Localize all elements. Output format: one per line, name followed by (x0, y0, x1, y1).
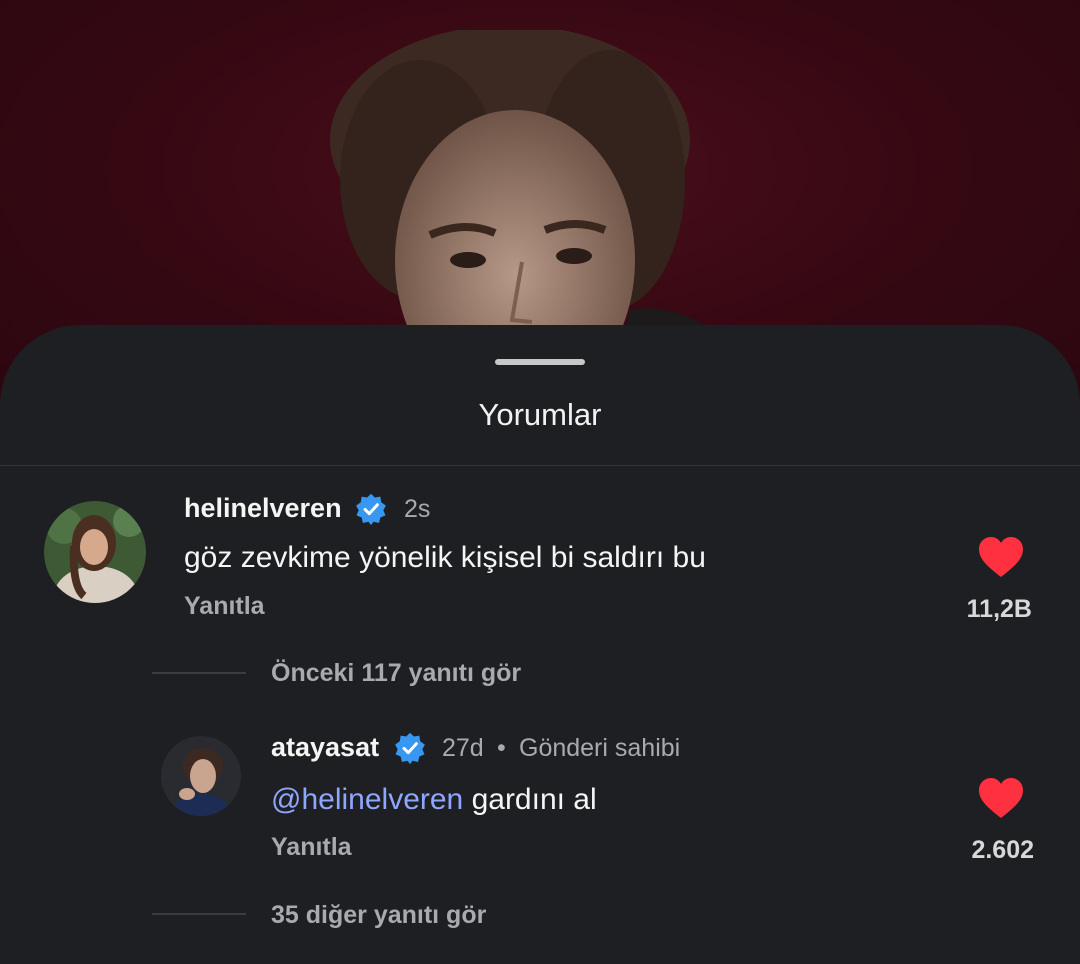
like-count: 11,2B (966, 595, 1032, 623)
reply-age: 27d (442, 734, 484, 762)
reply-text-body: gardını al (463, 783, 597, 816)
meta-separator: • (497, 734, 506, 762)
verified-badge-icon (395, 732, 425, 765)
reply-button[interactable]: Yanıtla (184, 592, 265, 621)
sheet-title: Yorumlar (478, 397, 602, 432)
portrait-image (330, 30, 740, 350)
verified-badge-icon (356, 493, 386, 526)
thread-line (152, 913, 246, 915)
author-tag: Gönderi sahibi (519, 734, 681, 762)
header-divider (0, 465, 1080, 466)
comments-sheet: Yorumlar helinelveren 2s göz zevkime yön… (0, 325, 1080, 964)
reply-button[interactable]: Yanıtla (271, 833, 352, 862)
reply-text: @helinelveren gardını al (271, 783, 597, 817)
sheet-drag-handle[interactable] (495, 359, 585, 365)
comment-text: göz zevkime yönelik kişisel bi saldırı b… (184, 541, 706, 574)
reply-username[interactable]: atayasat (271, 732, 379, 763)
view-more-replies-button[interactable]: 35 diğer yanıtı gör (271, 901, 486, 930)
view-previous-replies-button[interactable]: Önceki 117 yanıtı gör (271, 659, 521, 688)
thread-line (152, 672, 246, 674)
comment-username[interactable]: helinelveren (184, 493, 342, 524)
avatar[interactable] (161, 736, 241, 816)
avatar[interactable] (44, 501, 146, 603)
like-count: 2.602 (971, 836, 1034, 864)
mention-link[interactable]: @helinelveren (271, 783, 463, 816)
heart-icon[interactable] (977, 776, 1025, 820)
heart-icon[interactable] (977, 535, 1025, 579)
comment-age: 2s (404, 495, 431, 523)
